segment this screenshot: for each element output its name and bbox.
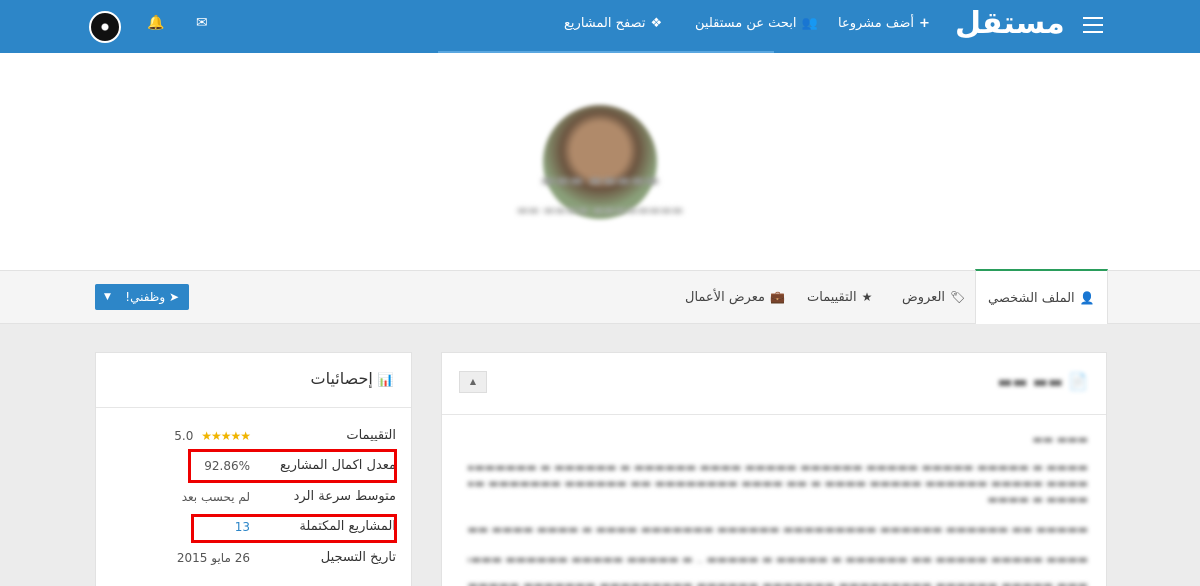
rating-stars: ★★★★★ [201, 429, 251, 443]
briefcase-icon: 💼 [769, 290, 785, 304]
top-navbar: مستقل +أضف مشروعا 👥ابحث عن مستقلين ❖تصفح… [0, 0, 1200, 53]
cubes-icon: ❖ [650, 16, 663, 31]
profile-subtitle-blurred: ▬▬ ▬▬▬▬ ▬▬▬▬▬▬▬▬ [516, 203, 684, 217]
profile-hero: ▬▬▬ ▬▬▬▬▬ ▬▬ ▬▬▬▬ ▬▬▬▬▬▬▬▬ [0, 53, 1200, 270]
about-title-blurred: 📄 ▬▬ ▬▬ [997, 372, 1088, 391]
tab-portfolio[interactable]: 💼معرض الأعمال [685, 271, 785, 324]
stat-row-response-speed: متوسط سرعة الرد لم يحسب بعد [181, 489, 396, 504]
profile-photo [543, 105, 657, 219]
about-text-line: ▬▬▬▬ ▬▬▬▬▬ ▬▬▬▬▬▬ ▬▬▬▬▬ ▬▬▬▬ ▬ ▬▬ ▬▬▬▬ ▬… [468, 477, 1088, 490]
stats-panel: 📊إحصائيات التقييمات ★★★★★ 5.0 معدل اكمال… [95, 352, 412, 586]
hire-me-button[interactable]: ➤ وظفني! ▼ [95, 284, 189, 310]
plus-icon: + [918, 16, 930, 31]
stat-row-ratings: التقييمات ★★★★★ 5.0 [174, 428, 396, 443]
profile-tabs-bar: 👤الملف الشخصي 🏷العروض ★التقييمات 💼معرض ا… [0, 269, 1200, 324]
stat-row-registration-date: تاريخ التسجيل 26 مايو 2015 [176, 550, 396, 565]
user-avatar[interactable] [89, 11, 121, 43]
star-icon: ★ [861, 290, 873, 304]
about-text-line: ▬▬▬ ▬▬▬▬▬ ▬▬▬▬▬▬ ▬▬▬▬▬▬▬▬▬ ▬▬▬▬▬▬▬ ▬▬▬▬▬… [468, 579, 1088, 586]
about-text-line: ▬▬▬▬ ▬ ▬▬▬▬▬ ▬▬▬▬▬ ▬▬▬▬▬ ▬▬▬▬▬▬ ▬▬▬▬▬ ▬▬… [468, 461, 1088, 474]
tab-offers[interactable]: 🏷العروض [902, 271, 965, 324]
tag-icon: 🏷 [950, 290, 966, 304]
stats-title: إحصائيات [310, 369, 373, 388]
bell-icon[interactable]: 🔔 [147, 15, 164, 31]
about-panel: 📄 ▬▬ ▬▬ ▲ ▬▬▬ ▬▬ ▬▬▬ ▬ ▬ ▬▬ ▬ ▬▬ ▬▬▬ ▬▬ ▬▬▬ … [441, 352, 1107, 586]
tab-profile[interactable]: 👤الملف الشخصي [975, 269, 1108, 324]
envelope-icon[interactable]: ✉ [196, 15, 208, 31]
stats-panel-header: 📊 إحصائيات [96, 353, 411, 408]
nav-add-project[interactable]: +أضف مشروعا [838, 16, 930, 31]
highlight-box-completed-projects [191, 514, 397, 543]
profile-name-blurred: ▬▬▬ ▬▬▬▬▬ [540, 171, 660, 189]
users-icon: 👥 [801, 16, 818, 31]
rating-value: 5.0 [174, 429, 194, 443]
nav-browse-projects[interactable]: ❖تصفح المشاريع [564, 16, 662, 31]
caret-down-icon[interactable]: ▼ [104, 292, 111, 302]
hamburger-menu-icon[interactable] [1083, 17, 1103, 33]
about-text-line: ▬▬▬▬ ▬▬▬▬▬ ▬▬▬▬▬ ▬▬ ▬▬▬▬▬▬ ▬ ▬▬▬▬▬ ▬ ▬▬▬… [468, 553, 1088, 566]
tab-ratings[interactable]: ★التقييمات [807, 271, 872, 324]
bar-chart-icon: 📊 [377, 373, 394, 388]
collapse-toggle-button[interactable]: ▲ [459, 371, 487, 393]
about-text-line: ▬▬▬ ▬▬ ▬▬▬ [1028, 433, 1088, 446]
brand-logo[interactable]: مستقل [955, 6, 1066, 41]
about-text-line: ▬▬▬▬ ▬ ▬▬▬▬▬▬▬ [988, 493, 1088, 506]
about-text-line: ▬▬▬▬▬ ▬▬ ▬▬▬▬▬▬ ▬▬▬▬▬▬ ▬▬▬▬▬▬▬▬▬ ▬▬▬▬▬▬ … [468, 523, 1088, 536]
highlight-box-completion-rate [188, 449, 397, 483]
hire-me-label: وظفني! [125, 290, 166, 304]
nav-find-freelancers[interactable]: 👥ابحث عن مستقلين [695, 16, 818, 31]
about-panel-header: 📄 ▬▬ ▬▬ ▲ [442, 353, 1106, 415]
user-icon: 👤 [1079, 291, 1095, 305]
paper-plane-icon: ➤ [165, 290, 179, 304]
